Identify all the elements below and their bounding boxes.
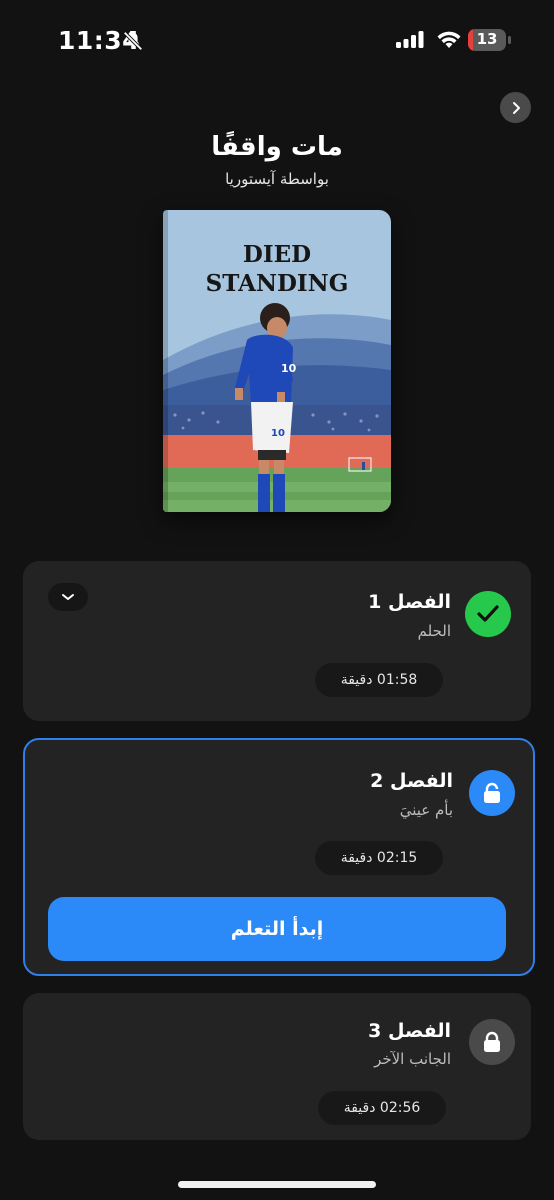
collapse-button[interactable] [48,583,88,611]
next-button[interactable] [500,92,531,123]
chapter-status-locked [469,1019,515,1065]
lock-icon [484,1031,500,1052]
start-learning-button[interactable]: إبدأ التعلم [48,897,506,961]
chapter-duration: 02:15 دقيقة [315,841,443,875]
check-icon [477,605,499,622]
chevron-down-icon [62,594,74,600]
cover-title-line2: STANDING [205,270,349,297]
book-author: بواسطة آيستوريا [225,170,329,188]
battery-indicator: 13 [468,29,512,53]
lock-open-icon [484,782,500,803]
cover-title: DIED STANDING [163,240,391,298]
bell-off-icon [123,31,143,51]
cover-shorts-number: 10 [271,428,285,439]
chapter-title: الفصل 3 [368,1020,451,1042]
chapter-duration: 02:56 دقيقة [318,1091,446,1125]
chapter-title: الفصل 1 [368,591,451,613]
wifi-icon [437,31,461,48]
chapter-subtitle: الجانب الآخر [374,1050,451,1068]
book-cover: 10 10 DIED STANDING [163,210,391,512]
status-bar: 11:34 13 [0,0,554,84]
cover-spine [163,210,168,512]
chapter-title: الفصل 2 [370,770,453,792]
chapter-card-1[interactable]: الفصل 1 الحلم 01:58 دقيقة [23,561,531,721]
chapter-card-3[interactable]: الفصل 3 الجانب الآخر 02:56 دقيقة [23,993,531,1140]
battery-icon: 13 [468,29,506,51]
chapter-duration: 01:58 دقيقة [315,663,443,697]
battery-percent: 13 [476,30,498,48]
book-title: مات واقفًا [211,132,343,162]
cover-player-number: 10 [281,362,297,375]
chapter-card-2[interactable]: الفصل 2 بأم عينيَ 02:15 دقيقة إبدأ التعل… [23,738,535,976]
chapter-subtitle: الحلم [417,622,451,640]
battery-tip [508,36,511,44]
cover-title-line1: DIED [242,241,312,268]
chapter-subtitle: بأم عينيَ [399,801,453,819]
signal-icon [396,31,424,51]
chapter-status-completed [465,591,511,637]
chapter-status-unlocked [469,770,515,816]
chevron-right-icon [512,101,520,114]
home-indicator [178,1181,376,1188]
